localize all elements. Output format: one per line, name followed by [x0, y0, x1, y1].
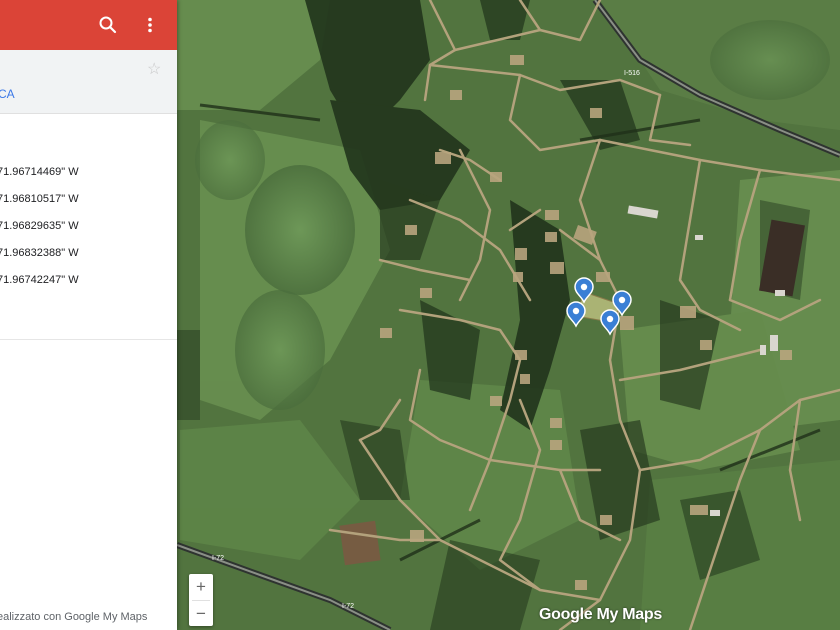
legend-panel: ☆ CA 71.96714469" W 71.96810517" W 71.96… — [0, 0, 177, 630]
panel-footer[interactable]: ealizzato con Google My Maps — [0, 611, 147, 623]
coordinate-item[interactable]: 71.96714469" W — [0, 166, 79, 178]
coordinate-item[interactable]: 71.96829635" W — [0, 220, 79, 232]
panel-header — [0, 0, 177, 50]
coordinate-item[interactable]: 71.96742247" W — [0, 274, 79, 286]
road-label-i72-south: I-72 — [342, 603, 354, 610]
road-label-i516: I-516 — [624, 70, 640, 77]
zoom-in-button[interactable]: + — [189, 574, 213, 599]
more-vert-icon[interactable] — [138, 13, 162, 37]
coordinate-item[interactable]: 71.96810517" W — [0, 193, 79, 205]
zoom-out-button[interactable]: − — [189, 601, 213, 626]
panel-divider — [0, 339, 177, 340]
search-icon[interactable] — [96, 13, 120, 37]
map-title-row — [0, 50, 177, 114]
road-label-i72: I-72 — [212, 555, 224, 562]
star-icon[interactable]: ☆ — [147, 62, 161, 78]
layer-name-link[interactable]: CA — [0, 87, 15, 101]
zoom-control: + − — [189, 574, 213, 626]
brown-plot — [339, 520, 381, 566]
coordinate-item[interactable]: 71.96832388" W — [0, 247, 79, 259]
google-my-maps-watermark: Google My Maps — [539, 606, 662, 623]
